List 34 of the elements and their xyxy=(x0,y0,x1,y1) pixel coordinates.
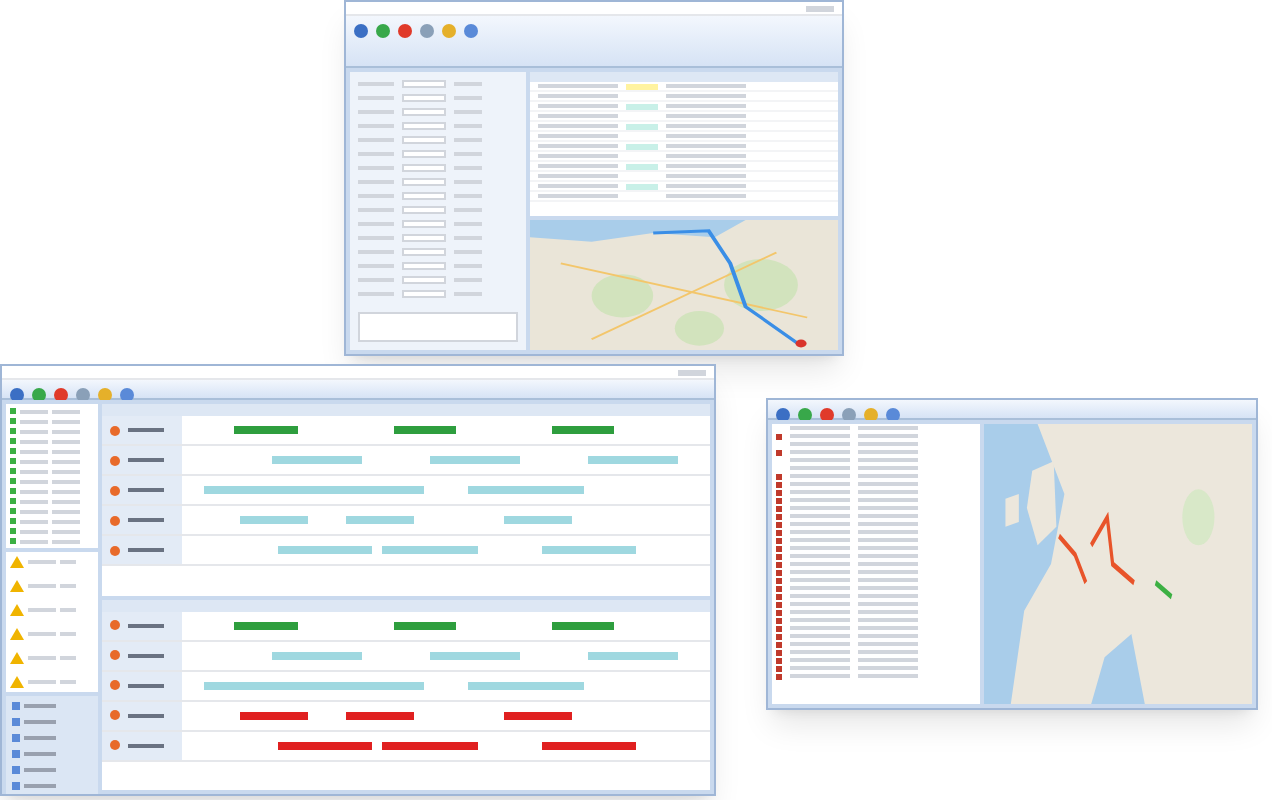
task-bar[interactable] xyxy=(234,621,299,629)
task-bar[interactable] xyxy=(551,426,615,434)
resource-label[interactable] xyxy=(102,416,182,444)
resource-label[interactable] xyxy=(102,641,182,669)
grid-row[interactable] xyxy=(530,152,838,162)
grid-row[interactable] xyxy=(530,132,838,142)
grid-row[interactable] xyxy=(530,162,838,172)
grid-row[interactable] xyxy=(530,92,838,102)
task-bar[interactable] xyxy=(541,741,637,749)
resource-label[interactable] xyxy=(102,671,182,699)
resource-label[interactable] xyxy=(102,701,182,729)
resource-label[interactable] xyxy=(102,731,182,759)
resource-label[interactable] xyxy=(102,506,182,534)
task-bar[interactable] xyxy=(382,741,478,749)
resource-label[interactable] xyxy=(102,611,182,639)
grid-row[interactable] xyxy=(530,192,838,202)
task-bar[interactable] xyxy=(393,621,457,629)
task-bar[interactable] xyxy=(277,741,373,749)
grid-row[interactable] xyxy=(530,122,838,132)
grid-row[interactable] xyxy=(530,82,838,92)
grid-row[interactable] xyxy=(530,102,838,112)
resource-label[interactable] xyxy=(102,476,182,504)
grid-row[interactable] xyxy=(530,182,838,192)
grid-row[interactable] xyxy=(530,142,838,152)
grid-row[interactable] xyxy=(530,112,838,122)
notes-box[interactable] xyxy=(358,312,518,342)
task-bar[interactable] xyxy=(240,711,309,719)
grid-row[interactable] xyxy=(530,172,838,182)
task-bar[interactable] xyxy=(551,621,615,629)
task-bar[interactable] xyxy=(345,711,415,719)
task-bar[interactable] xyxy=(393,426,457,434)
resource-label[interactable] xyxy=(102,536,182,564)
resource-label[interactable] xyxy=(102,446,182,474)
task-bar[interactable] xyxy=(504,711,573,719)
